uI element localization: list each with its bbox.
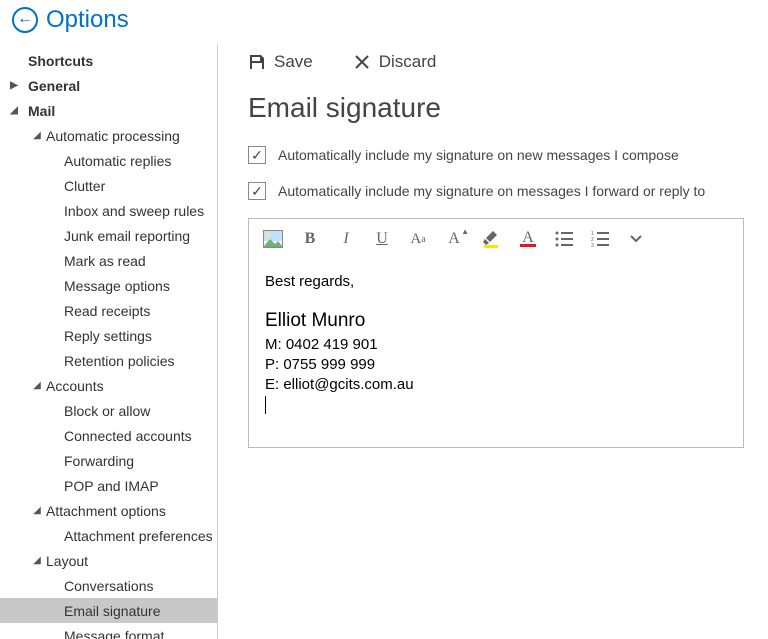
nav-label: Message format: [64, 628, 164, 639]
options-header: ← Options: [0, 0, 768, 44]
nav-forwarding[interactable]: Forwarding: [0, 448, 217, 473]
nav-pop-imap[interactable]: POP and IMAP: [0, 473, 217, 498]
signature-textarea[interactable]: Best regards, Elliot Munro M: 0402 419 9…: [249, 259, 743, 447]
nav-label: Attachment preferences: [64, 528, 213, 544]
discard-button[interactable]: Discard: [353, 52, 437, 72]
nav-label: Mail: [28, 103, 55, 119]
save-button[interactable]: Save: [248, 52, 313, 72]
nav-message-format[interactable]: Message format: [0, 623, 217, 639]
signature-email: E: elliot@gcits.com.au: [265, 376, 727, 393]
nav-label: Retention policies: [64, 353, 175, 369]
nav-label: Junk email reporting: [64, 228, 190, 244]
nav-label: Forwarding: [64, 453, 134, 469]
checkbox-icon: ✓: [248, 146, 266, 164]
nav-label: Mark as read: [64, 253, 146, 269]
nav-label: Block or allow: [64, 403, 150, 419]
bullet-list-button[interactable]: [555, 229, 573, 249]
nav-label: POP and IMAP: [64, 478, 159, 494]
highlight-button[interactable]: [481, 229, 501, 249]
toolbar: Save Discard: [248, 44, 744, 92]
nav-label: Layout: [46, 553, 88, 569]
main-content: Save Discard Email signature ✓ Automatic…: [218, 44, 768, 639]
nav-shortcuts[interactable]: Shortcuts: [0, 48, 217, 73]
caret-down-icon: ◢: [28, 130, 46, 141]
nav-label: Email signature: [64, 603, 161, 619]
nav-accounts[interactable]: ◢Accounts: [0, 373, 217, 398]
underline-button[interactable]: U: [373, 229, 391, 249]
checkbox-icon: ✓: [248, 182, 266, 200]
nav-label: Shortcuts: [28, 53, 93, 69]
italic-button[interactable]: I: [337, 229, 355, 249]
caret-down-icon: ◢: [0, 105, 28, 116]
nav-inbox-sweep[interactable]: Inbox and sweep rules: [0, 198, 217, 223]
discard-icon: [353, 53, 371, 71]
nav-email-signature[interactable]: Email signature: [0, 598, 217, 623]
caret-down-icon: ◢: [28, 505, 46, 516]
font-size-button[interactable]: Aa: [409, 229, 427, 249]
nav-clutter[interactable]: Clutter: [0, 173, 217, 198]
nav-label: Attachment options: [46, 503, 166, 519]
nav-label: Clutter: [64, 178, 105, 194]
nav-layout[interactable]: ◢Layout: [0, 548, 217, 573]
signature-phone: P: 0755 999 999: [265, 356, 727, 373]
nav-label: Connected accounts: [64, 428, 192, 444]
signature-closing: Best regards,: [265, 273, 727, 290]
signature-name: Elliot Munro: [265, 310, 727, 332]
svg-text:3: 3: [591, 243, 594, 247]
nav-label: Read receipts: [64, 303, 150, 319]
superscript-button[interactable]: A▲: [445, 229, 463, 249]
insert-image-button[interactable]: [263, 229, 283, 249]
nav-label: Reply settings: [64, 328, 152, 344]
nav-read-receipts[interactable]: Read receipts: [0, 298, 217, 323]
nav-block-allow[interactable]: Block or allow: [0, 398, 217, 423]
back-arrow-icon: ←: [17, 11, 33, 27]
signature-mobile: M: 0402 419 901: [265, 336, 727, 353]
nav-label: Message options: [64, 278, 170, 294]
nav-conversations[interactable]: Conversations: [0, 573, 217, 598]
signature-editor: B I U Aa A▲ A 123: [248, 218, 744, 448]
sidebar: Shortcuts ▶General ◢Mail ◢Automatic proc…: [0, 44, 218, 639]
checkbox-include-reply[interactable]: ✓ Automatically include my signature on …: [248, 182, 744, 200]
back-button[interactable]: ←: [12, 7, 38, 33]
nav-label: Conversations: [64, 578, 154, 594]
nav-label: Accounts: [46, 378, 104, 394]
nav-connected-accounts[interactable]: Connected accounts: [0, 423, 217, 448]
font-color-button[interactable]: A: [519, 229, 537, 249]
nav-automatic-replies[interactable]: Automatic replies: [0, 148, 217, 173]
header-title: Options: [46, 6, 129, 34]
checkbox-label: Automatically include my signature on me…: [278, 183, 705, 199]
caret-down-icon: ◢: [28, 555, 46, 566]
caret-right-icon: ▶: [0, 80, 28, 91]
nav-label: General: [28, 78, 80, 94]
nav-message-options[interactable]: Message options: [0, 273, 217, 298]
nav-mail[interactable]: ◢Mail: [0, 98, 217, 123]
caret-down-icon: ◢: [28, 380, 46, 391]
nav-automatic-processing[interactable]: ◢Automatic processing: [0, 123, 217, 148]
text-cursor-icon: [265, 396, 266, 414]
nav-label: Automatic processing: [46, 128, 180, 144]
bold-button[interactable]: B: [301, 229, 319, 249]
editor-toolbar: B I U Aa A▲ A 123: [249, 219, 743, 259]
nav-label: Inbox and sweep rules: [64, 203, 204, 219]
more-options-button[interactable]: [627, 229, 645, 249]
nav-general[interactable]: ▶General: [0, 73, 217, 98]
checkbox-include-new[interactable]: ✓ Automatically include my signature on …: [248, 146, 744, 164]
nav-label: Automatic replies: [64, 153, 171, 169]
nav-mark-as-read[interactable]: Mark as read: [0, 248, 217, 273]
checkbox-label: Automatically include my signature on ne…: [278, 147, 679, 163]
nav-retention-policies[interactable]: Retention policies: [0, 348, 217, 373]
nav-junk-email[interactable]: Junk email reporting: [0, 223, 217, 248]
save-icon: [248, 53, 266, 71]
nav-reply-settings[interactable]: Reply settings: [0, 323, 217, 348]
page-title: Email signature: [248, 92, 744, 124]
numbered-list-button[interactable]: 123: [591, 229, 609, 249]
nav-attachment-options[interactable]: ◢Attachment options: [0, 498, 217, 523]
nav-attachment-preferences[interactable]: Attachment preferences: [0, 523, 217, 548]
save-label: Save: [274, 52, 313, 72]
discard-label: Discard: [379, 52, 437, 72]
